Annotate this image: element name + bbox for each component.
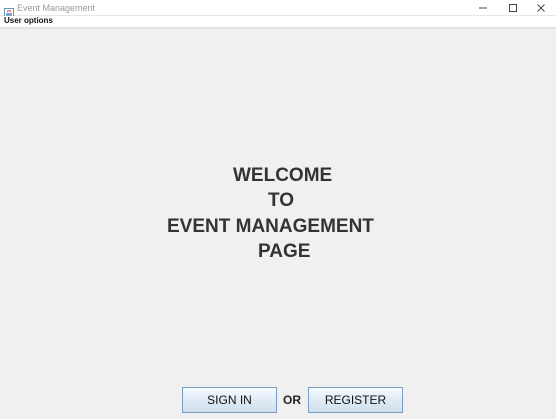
window-title: Event Management <box>17 3 96 13</box>
menu-separator <box>0 27 556 30</box>
minimize-icon <box>479 7 487 9</box>
register-button[interactable]: REGISTER <box>308 387 403 413</box>
welcome-line-3: EVENT MANAGEMENT <box>167 216 374 237</box>
title-bar[interactable]: Event Management <box>0 0 556 18</box>
java-app-icon <box>4 3 14 18</box>
menu-bar: User options <box>0 16 556 27</box>
maximize-icon <box>509 4 517 12</box>
welcome-line-2: TO <box>268 190 295 211</box>
minimize-button[interactable] <box>468 0 498 16</box>
close-icon <box>537 4 545 12</box>
close-button[interactable] <box>526 0 556 16</box>
or-label: OR <box>283 393 301 407</box>
welcome-line-1: WELCOME <box>233 165 333 186</box>
sign-in-button[interactable]: SIGN IN <box>182 387 277 413</box>
app-window: Event Management User options WELCOME TO… <box>0 0 556 419</box>
welcome-line-4: PAGE <box>258 241 311 262</box>
maximize-button[interactable] <box>498 0 528 16</box>
menu-user-options[interactable]: User options <box>4 16 53 26</box>
